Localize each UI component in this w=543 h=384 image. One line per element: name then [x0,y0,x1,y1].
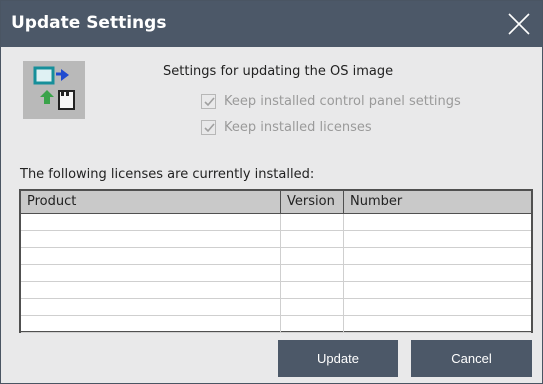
update-settings-dialog: Update Settings Settings for updating th… [0,0,543,384]
table-cell [281,282,344,298]
table-cell [281,248,344,264]
settings-heading: Settings for updating the OS image [163,64,394,79]
cancel-button[interactable]: Cancel [411,340,532,377]
table-cell [344,265,531,281]
licenses-label: The following licenses are currently ins… [20,167,315,182]
keep-control-panel-settings-label: Keep installed control panel settings [224,93,461,109]
table-cell [21,214,281,230]
close-button[interactable] [496,1,542,47]
title-bar: Update Settings [1,1,542,47]
table-cell [21,248,281,264]
os-image-update-icon [23,61,85,119]
table-cell [344,231,531,247]
column-header-product[interactable]: Product [21,191,281,213]
table-cell [21,316,281,332]
keep-licenses-label: Keep installed licenses [224,119,372,135]
table-cell [21,282,281,298]
keep-licenses-checkbox[interactable] [201,119,216,135]
table-cell [344,214,531,230]
licenses-table[interactable]: Product Version Number [19,189,533,333]
table-cell [281,231,344,247]
table-cell [344,282,531,298]
table-cell [21,299,281,315]
keep-control-panel-settings-option[interactable]: Keep installed control panel settings [201,91,461,111]
table-header: Product Version Number [21,191,531,214]
table-cell [281,214,344,230]
table-row[interactable] [21,282,531,299]
close-icon [508,13,530,35]
keep-control-panel-settings-checkbox[interactable] [201,93,216,109]
table-cell [344,248,531,264]
table-row[interactable] [21,248,531,265]
table-row[interactable] [21,231,531,248]
keep-licenses-option[interactable]: Keep installed licenses [201,117,372,137]
update-button[interactable]: Update [278,340,398,377]
table-cell [344,316,531,332]
checkmark-icon [204,122,215,132]
table-cell [281,316,344,332]
table-cell [21,265,281,281]
checkmark-icon [204,96,215,106]
dialog-title: Update Settings [11,13,167,33]
column-header-number[interactable]: Number [344,191,531,213]
table-row[interactable] [21,265,531,282]
table-cell [344,299,531,315]
table-cell [21,231,281,247]
table-cell [281,265,344,281]
table-cell [281,299,344,315]
table-row[interactable] [21,316,531,333]
column-header-version[interactable]: Version [281,191,344,213]
table-row[interactable] [21,299,531,316]
table-row[interactable] [21,214,531,231]
